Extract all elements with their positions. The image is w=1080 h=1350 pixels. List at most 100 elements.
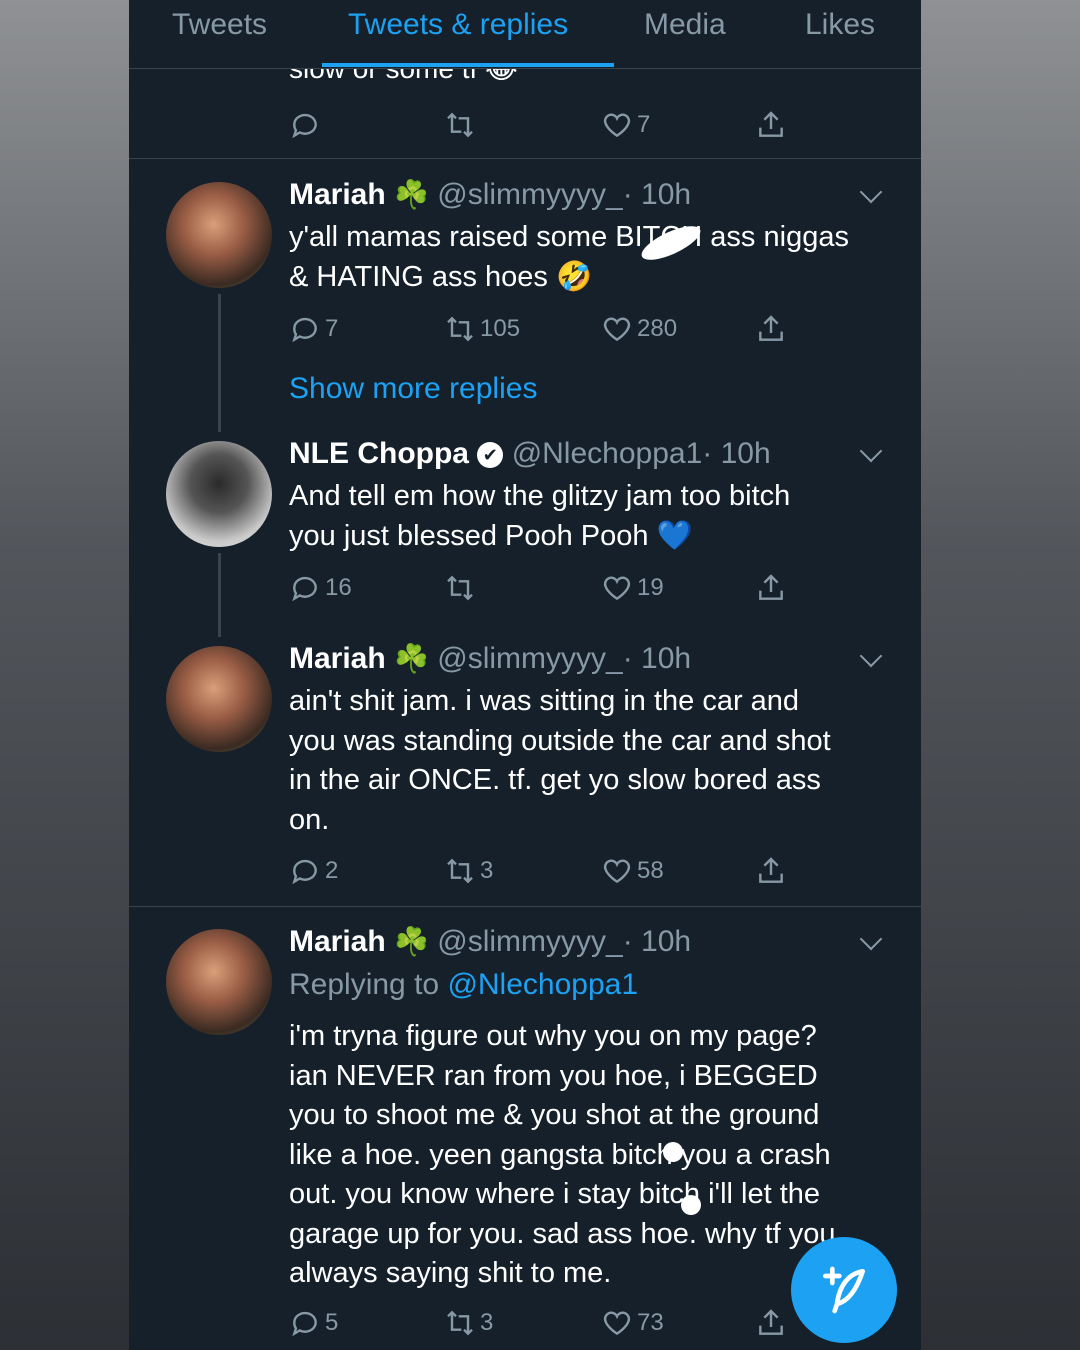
like-button[interactable]: 19 (601, 571, 664, 605)
compose-tweet-button[interactable] (791, 1237, 897, 1343)
like-button[interactable]: 58 (601, 854, 664, 888)
replying-to-label: Replying to (289, 968, 440, 1001)
like-count: 19 (637, 574, 664, 601)
retweet-icon (447, 112, 473, 138)
share-button[interactable] (755, 312, 787, 346)
tweet-actions: 16 19 (289, 571, 809, 605)
reply-count: 16 (325, 574, 352, 601)
display-name[interactable]: Mariah (289, 178, 386, 211)
avatar[interactable] (166, 182, 272, 288)
retweet-button[interactable]: 3 (444, 1306, 493, 1340)
username[interactable]: @Nlechoppa1 (512, 437, 703, 470)
reply-icon (292, 1311, 317, 1337)
tweet-line: out. you know where i stay bitch i'll le… (289, 1178, 821, 1210)
avatar[interactable] (166, 646, 272, 752)
tweet-actions: 2 3 58 (289, 854, 809, 888)
share-button[interactable] (755, 108, 787, 142)
heart-icon (603, 859, 631, 884)
share-icon (759, 857, 783, 883)
tweet-header: NLE Choppa ✔ @Nlechoppa1· 10h (289, 437, 771, 471)
retweet-button[interactable]: 105 (444, 312, 520, 346)
retweet-icon (447, 1310, 473, 1336)
clover-emoji: ☘️ (394, 643, 429, 674)
share-icon (759, 1309, 783, 1335)
tweet-text: ain't shit jam. i was sitting in the car… (289, 682, 889, 840)
tweet-text: i'm tryna figure out why you on my page?… (289, 1017, 889, 1294)
tweet-header: Mariah ☘️ @slimmyyyy_· 10h (289, 925, 691, 959)
retweet-button[interactable]: 3 (444, 854, 493, 888)
display-name[interactable]: NLE Choppa (289, 437, 469, 470)
reply-button[interactable]: 5 (289, 1306, 338, 1340)
divider (129, 906, 921, 907)
profile-tabs: Tweets Tweets & replies Media Likes (129, 0, 921, 69)
tab-likes[interactable]: Likes (805, 8, 875, 42)
verified-badge-icon: ✔ (477, 442, 504, 468)
heart-icon (603, 576, 631, 601)
username[interactable]: @slimmyyyy_ (437, 642, 622, 675)
username[interactable]: @slimmyyyy_ (437, 925, 622, 958)
reply-count: 7 (325, 315, 339, 342)
compose-feather-icon (823, 1266, 865, 1314)
display-name[interactable]: Mariah (289, 925, 386, 958)
tweet-line: ain't shit jam. i was sitting in the car… (289, 685, 800, 717)
reply-button[interactable]: 2 (289, 854, 338, 888)
retweet-count: 3 (480, 857, 494, 884)
retweet-button[interactable] (444, 571, 480, 605)
clipped-tweet-actions: 7 (289, 108, 809, 142)
avatar[interactable] (166, 441, 272, 547)
like-button[interactable]: 7 (601, 108, 650, 142)
reply-icon (292, 317, 317, 343)
share-button[interactable] (755, 1306, 787, 1340)
reply-count: 2 (325, 857, 339, 884)
chevron-down-icon[interactable] (859, 180, 883, 204)
chevron-down-icon[interactable] (859, 644, 883, 668)
tweet-text: And tell em how the glitzy jam too bitch… (289, 477, 889, 556)
like-count: 7 (637, 111, 651, 138)
retweet-button[interactable] (444, 108, 476, 142)
scribble-mark (663, 1142, 683, 1162)
share-icon (759, 574, 783, 600)
divider (129, 158, 921, 159)
timestamp: · 10h (622, 178, 692, 211)
share-icon (759, 111, 783, 137)
share-button[interactable] (755, 571, 787, 605)
like-button[interactable]: 73 (601, 1306, 664, 1340)
share-button[interactable] (755, 854, 787, 888)
reply-button[interactable]: 16 (289, 571, 352, 605)
like-button[interactable]: 280 (601, 312, 677, 346)
like-count: 73 (637, 1309, 664, 1336)
share-icon (759, 315, 783, 341)
timestamp: · 10h (702, 437, 771, 470)
chevron-down-icon[interactable] (859, 439, 883, 463)
username[interactable]: @slimmyyyy_ (437, 178, 622, 211)
tweet-line: i'm tryna figure out why you on my page? (289, 1020, 817, 1052)
show-more-replies-link[interactable]: Show more replies (289, 372, 537, 406)
reply-icon (292, 859, 317, 885)
display-name[interactable]: Mariah (289, 642, 386, 675)
tab-media[interactable]: Media (644, 8, 726, 42)
tweet-actions: 7 105 280 (289, 312, 809, 346)
chevron-down-icon[interactable] (859, 927, 883, 951)
heart-icon (603, 113, 631, 138)
reply-icon (292, 113, 317, 139)
reply-icon (292, 576, 317, 602)
replying-to-handle[interactable]: @Nlechoppa1 (447, 968, 638, 1001)
tweet-line: ian NEVER ran from you hoe, i BEGGED (289, 1059, 818, 1092)
thread-line (218, 553, 221, 637)
reply-button[interactable] (289, 108, 321, 142)
clover-emoji: ☘️ (394, 179, 429, 210)
retweet-count: 105 (480, 315, 521, 342)
tweet-line: in the air ONCE. tf. get yo slow bored a… (289, 764, 821, 796)
tweet-line: you just blessed Pooh Pooh 💙 (289, 519, 693, 552)
heart-icon (603, 317, 631, 342)
tab-tweets-and-replies[interactable]: Tweets & replies (348, 8, 568, 42)
reply-button[interactable]: 7 (289, 312, 338, 346)
retweet-icon (447, 858, 473, 884)
tweet-header: Mariah ☘️ @slimmyyyy_· 10h (289, 642, 691, 676)
tweet-line: like a hoe. yeen gangsta bitch you a cra… (289, 1138, 831, 1171)
tab-tweets[interactable]: Tweets (172, 8, 267, 42)
reply-count: 5 (325, 1309, 339, 1336)
avatar[interactable] (166, 929, 272, 1035)
clover-emoji: ☘️ (394, 926, 429, 957)
retweet-icon (447, 575, 473, 601)
